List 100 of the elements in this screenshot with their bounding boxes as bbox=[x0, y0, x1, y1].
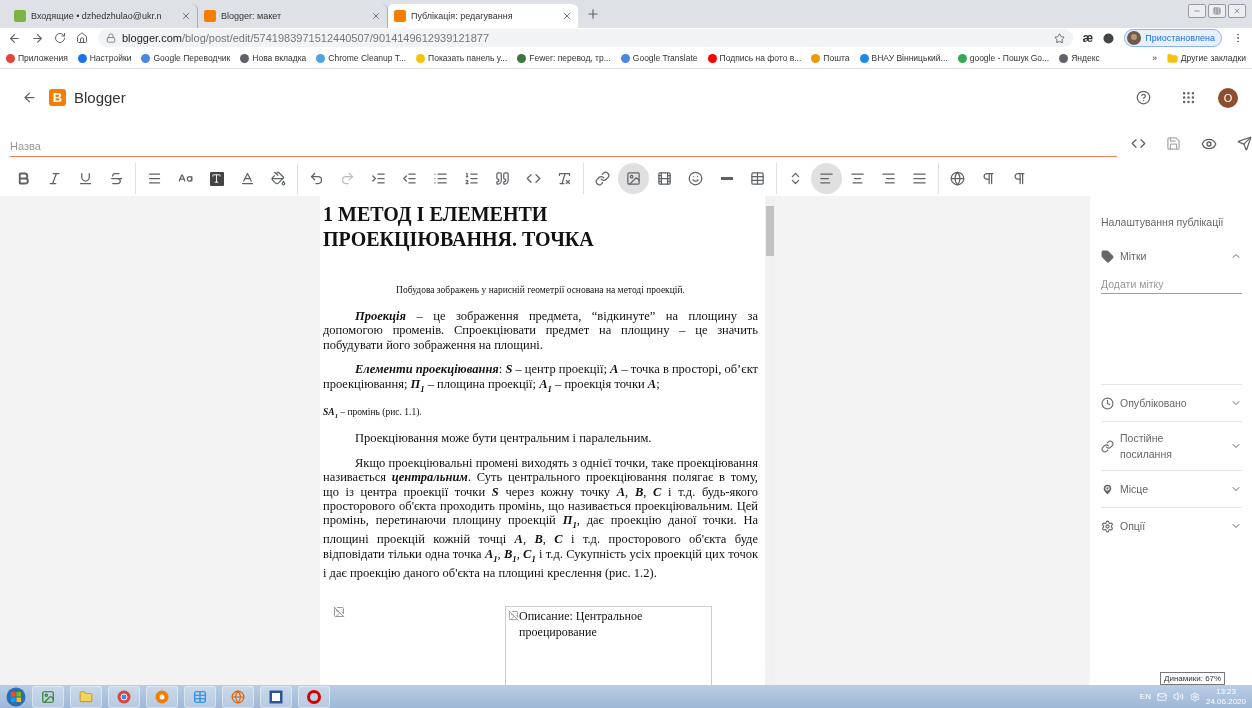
help-icon[interactable] bbox=[1136, 90, 1151, 105]
close-window-icon[interactable] bbox=[1228, 4, 1246, 18]
browser-tab[interactable]: Публікація: редагування bbox=[388, 4, 578, 28]
settings-icon bbox=[1101, 519, 1114, 533]
back-icon[interactable] bbox=[8, 31, 21, 45]
more-bookmarks-button[interactable]: » bbox=[1152, 53, 1157, 63]
video-icon bbox=[657, 171, 672, 186]
browser-tab[interactable]: Входящие • dzhedzhulao@ukr.n bbox=[8, 4, 198, 28]
bookmark-link[interactable]: google - Пошук Go... bbox=[957, 53, 1050, 63]
highlight-icon bbox=[271, 171, 286, 186]
align-right-icon bbox=[881, 171, 896, 186]
text-background-icon bbox=[209, 171, 224, 186]
clear-format-icon bbox=[557, 171, 572, 186]
right-to-left-icon bbox=[1012, 171, 1027, 186]
apps-grid-icon[interactable] bbox=[1181, 90, 1196, 105]
back-icon[interactable] bbox=[22, 90, 37, 105]
account-avatar[interactable]: O bbox=[1218, 87, 1238, 108]
align-left-button[interactable] bbox=[811, 163, 842, 194]
home-icon[interactable] bbox=[76, 32, 88, 44]
minimize-icon[interactable] bbox=[1188, 4, 1206, 18]
bookmark-link[interactable]: Показать панель у... bbox=[416, 53, 508, 63]
undo-icon bbox=[309, 171, 324, 186]
blogger-favicon-icon bbox=[394, 10, 406, 22]
document-paragraph: Якщо проекціювальні промені виходять з однієї точки, таке проекціювання називається центральним. Суть центрального проекціювання полягає в тому, що із центра проекції точки S через кожну точку A, B, C і т.д. будь-якого просторового об'єкта проходить промінь, що називається проекціювальним. Цей промінь, перетинаючи площину проекцій П$_{1}$, дає проекцію даної точки. На площині проекцій кожній точці A, B, C і т.д. просторового об'єкта буде відповідати тільки одна точка A$_{1}$, B$_{1}$, C$_{1}$ і т.д. Сукупність усіх проекцій цих точок і дає проекцію даного об'єкта на площині креслення (рис. 1.2). bbox=[323, 455, 758, 581]
media-taskbar-icon[interactable] bbox=[146, 685, 178, 708]
app-name: Blogger bbox=[74, 89, 126, 106]
language-icon bbox=[950, 171, 965, 186]
bookmark-link[interactable]: Яндекс bbox=[1059, 53, 1100, 63]
document-paragraph: Проекціювання може бути центральним і паралельним. bbox=[354, 431, 653, 446]
new-tab-icon[interactable] bbox=[586, 7, 600, 21]
image-alt-text: Описание: Центральное проецирование bbox=[519, 608, 644, 641]
star-icon[interactable] bbox=[1053, 32, 1065, 44]
avatar-icon bbox=[1127, 31, 1142, 45]
settings-section-header[interactable]: Мітки bbox=[1101, 246, 1242, 266]
close-icon[interactable] bbox=[181, 11, 191, 21]
align-center-icon bbox=[850, 171, 865, 186]
bookmark-link[interactable]: Нова вкладка bbox=[240, 53, 307, 63]
underline-icon bbox=[78, 171, 93, 186]
settings-section-header[interactable]: Опції bbox=[1101, 516, 1242, 536]
paragraph-style-icon bbox=[147, 171, 162, 186]
scrollbar[interactable] bbox=[765, 196, 775, 685]
restore-icon[interactable] bbox=[1208, 4, 1226, 18]
code-icon bbox=[526, 171, 541, 186]
quote-icon bbox=[495, 171, 510, 186]
close-icon[interactable] bbox=[562, 11, 572, 21]
bookmark-link[interactable]: Google Translate bbox=[620, 53, 698, 63]
bookmark-link[interactable]: Подпись на фото в... bbox=[707, 53, 802, 63]
bullet-list-icon bbox=[433, 171, 448, 186]
mail-favicon-icon bbox=[14, 10, 26, 22]
image-button[interactable] bbox=[618, 163, 649, 194]
bookmark-link[interactable]: Fewer: перевод, тр... bbox=[517, 53, 611, 63]
bookmark-link[interactable]: Настройки bbox=[77, 53, 132, 63]
settings-section-header[interactable]: Місце bbox=[1101, 479, 1242, 499]
other-bookmarks-folder[interactable]: Другие закладки bbox=[1166, 52, 1246, 64]
redo-icon bbox=[340, 171, 355, 186]
settings-section-header[interactable]: Постійне посилання bbox=[1101, 430, 1242, 462]
document-taskbar-icon[interactable] bbox=[260, 685, 292, 708]
broken-image-icon bbox=[508, 610, 519, 622]
document-paragraph: Елементи проекціювання: S – центр проекції; A – точка в просторі, об’єкт проекціювання; П$_{1}$ – площина проекції; A$_{1}$ – проекція точки A; bbox=[323, 362, 758, 396]
extension-icon[interactable] bbox=[1103, 32, 1115, 44]
close-icon[interactable] bbox=[371, 11, 381, 21]
left-to-right-icon bbox=[981, 171, 996, 186]
bookmark-link[interactable]: Google Переводчик bbox=[141, 53, 231, 63]
strikethrough-icon bbox=[109, 171, 124, 186]
bookmark-link[interactable]: Пошта bbox=[811, 53, 850, 63]
document-paragraph: Побудова зображень у нарисній геометрії основана на методі проекцій. bbox=[395, 284, 686, 297]
settings-title: Налаштування публікації bbox=[1101, 215, 1225, 230]
blogger-favicon-icon bbox=[204, 10, 216, 22]
address-bar[interactable]: blogger.com/blog/post/edit/5741983971512440507/9014149612939121877 bbox=[98, 29, 1073, 47]
link-icon bbox=[595, 171, 610, 186]
extension-button[interactable]: æ bbox=[1082, 31, 1094, 45]
numbered-list-icon bbox=[464, 171, 479, 186]
settings-section-header[interactable]: Опубліковано bbox=[1101, 393, 1242, 413]
image-icon bbox=[626, 171, 641, 186]
reload-icon[interactable] bbox=[54, 32, 66, 44]
link-icon bbox=[1101, 439, 1114, 453]
clock-icon bbox=[1101, 396, 1114, 410]
bookmark-link[interactable]: Приложения bbox=[6, 53, 68, 63]
forward-icon[interactable] bbox=[31, 31, 44, 45]
lock-icon bbox=[106, 33, 116, 43]
bookmark-link[interactable]: ВНАУ Вінницький... bbox=[859, 53, 948, 63]
align-left-icon bbox=[819, 171, 834, 186]
ring-browser-taskbar-icon[interactable] bbox=[298, 685, 330, 708]
text-color-icon bbox=[240, 171, 255, 186]
browser-taskbar-icon[interactable] bbox=[108, 685, 140, 708]
blogger-logo: B bbox=[49, 89, 66, 106]
save-icon[interactable] bbox=[1166, 135, 1181, 152]
publish-icon[interactable] bbox=[1237, 135, 1252, 152]
start-button[interactable] bbox=[6, 686, 26, 707]
outdent-icon bbox=[402, 171, 417, 186]
map-pin-icon bbox=[1101, 482, 1114, 496]
volume-tooltip: Динамики: 67% bbox=[1160, 672, 1226, 685]
emoji-icon bbox=[688, 171, 703, 186]
tag-icon bbox=[1101, 249, 1114, 263]
bookmark-link[interactable]: Chrome Cleanup T... bbox=[316, 53, 407, 63]
bold-icon bbox=[16, 171, 31, 186]
profile-button[interactable]: Приостановлена bbox=[1124, 29, 1222, 47]
browser-tab[interactable]: Blogger: макет bbox=[198, 4, 388, 28]
folder-icon bbox=[1166, 52, 1178, 64]
table-icon bbox=[750, 171, 765, 186]
